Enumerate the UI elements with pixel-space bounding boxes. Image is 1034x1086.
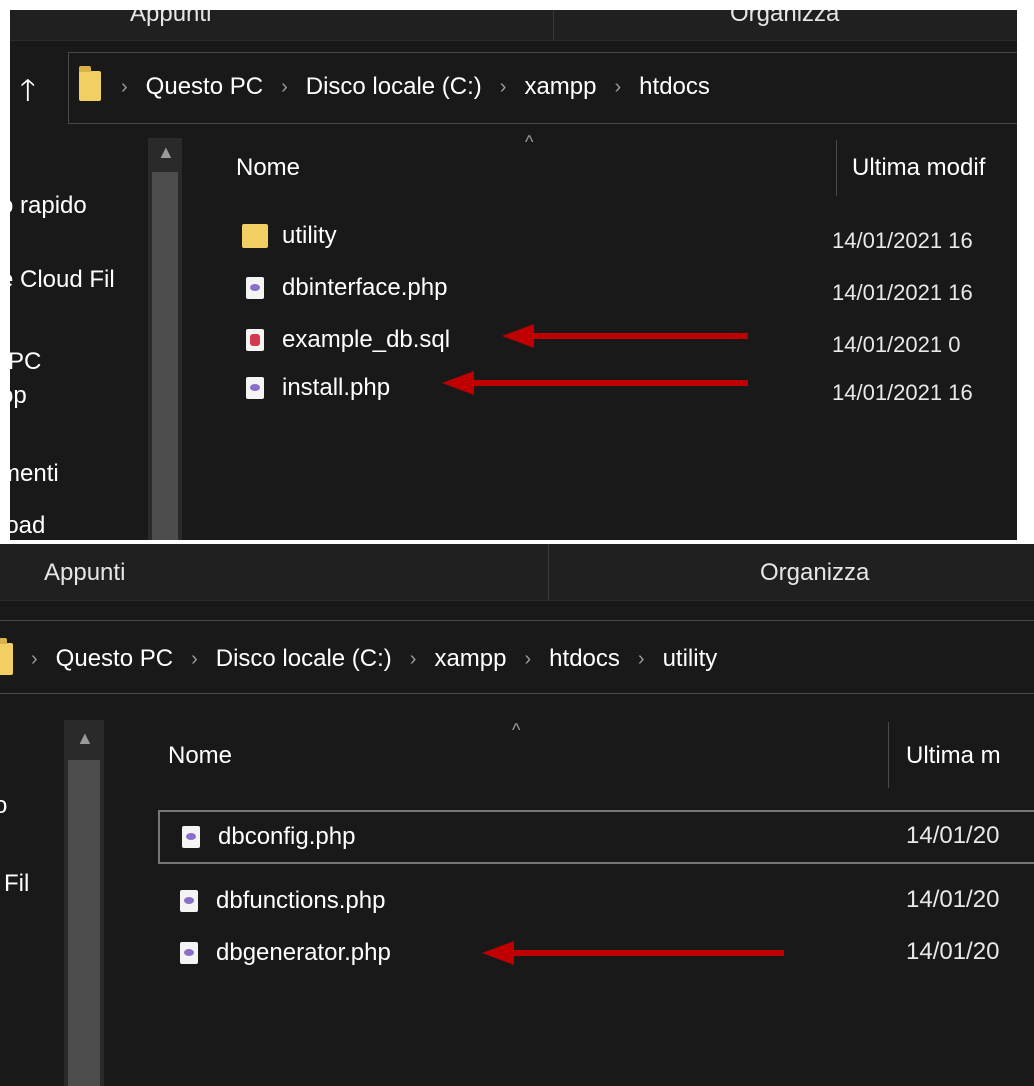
scroll-up-icon[interactable]: ▲ [157, 142, 175, 163]
nav-item-cloud-files[interactable]: e Cloud Fil [10, 266, 115, 294]
annotation-arrow [482, 941, 784, 965]
breadcrumb-item-utility[interactable]: utility [663, 645, 718, 673]
explorer-window-utility: Appunti Organizza › Questo PC › Disco lo… [0, 544, 1034, 1086]
chevron-right-icon: › [499, 75, 507, 98]
file-name: install.php [282, 374, 391, 401]
ribbon-label-clipboard: Appunti [44, 559, 126, 586]
file-name: dbfunctions.php [216, 887, 386, 914]
breadcrumb: › Questo PC › Disco locale (C:) › xampp … [121, 73, 710, 101]
ribbon-label-organize: Organizza [730, 10, 840, 27]
address-bar[interactable]: › Questo PC › Disco locale (C:) › xampp … [68, 52, 1017, 124]
scrollbar-thumb[interactable] [68, 760, 100, 1086]
nav-item-documents[interactable]: menti [10, 460, 59, 488]
breadcrumb-item-xampp[interactable]: xampp [434, 645, 506, 673]
folder-icon [79, 66, 101, 101]
list-item[interactable]: example_db.sql [246, 326, 450, 354]
php-file-icon [246, 377, 264, 399]
list-item[interactable]: dbinterface.php [246, 274, 447, 302]
php-file-icon [246, 277, 264, 299]
column-separator[interactable] [836, 140, 837, 196]
sort-ascending-icon: ^ [512, 720, 521, 740]
chevron-right-icon: › [31, 647, 38, 670]
file-date: 14/01/20 [906, 822, 1000, 849]
breadcrumb: › Questo PC › Disco locale (C:) › xampp … [31, 645, 717, 673]
ribbon-separator [548, 544, 549, 600]
column-separator[interactable] [888, 722, 889, 788]
chevron-right-icon: › [637, 647, 645, 670]
sql-file-icon [246, 329, 264, 351]
list-item[interactable]: dbconfig.php [158, 810, 1034, 864]
list-item[interactable]: dbfunctions.php [180, 874, 385, 928]
breadcrumb-item-htdocs[interactable]: htdocs [639, 73, 710, 101]
nav-item-this-pc[interactable]: PC [10, 348, 41, 376]
annotation-arrow [502, 324, 748, 348]
nav-item-quick-access[interactable]: o [0, 792, 7, 820]
breadcrumb-item-htdocs[interactable]: htdocs [549, 645, 620, 673]
nav-scrollbar[interactable]: ▲ [64, 720, 104, 1086]
breadcrumb-item-local-disk[interactable]: Disco locale (C:) [306, 73, 482, 101]
file-name: dbinterface.php [282, 274, 448, 301]
file-date: 14/01/20 [906, 938, 1000, 965]
chevron-right-icon: › [409, 647, 417, 670]
file-date: 14/01/2021 16 [832, 228, 973, 253]
breadcrumb-item-xampp[interactable]: xampp [524, 73, 596, 101]
breadcrumb-item-local-disk[interactable]: Disco locale (C:) [216, 645, 392, 673]
column-header-name[interactable]: Nome [168, 742, 232, 770]
ribbon-separator [553, 10, 554, 40]
annotation-arrow [442, 371, 748, 395]
file-date: 14/01/2021 16 [832, 380, 973, 405]
nav-item-downloads[interactable]: load [10, 512, 45, 540]
chevron-right-icon: › [524, 647, 532, 670]
breadcrumb-item-this-pc[interactable]: Questo PC [146, 73, 263, 101]
chevron-right-icon: › [191, 647, 198, 670]
php-file-icon [182, 826, 200, 848]
list-item[interactable]: utility [242, 222, 337, 250]
file-name: dbgenerator.php [216, 939, 391, 966]
ribbon-label-clipboard: Appunti [130, 10, 212, 27]
folder-icon [242, 224, 268, 248]
up-arrow-icon[interactable]: 🡑 [20, 68, 36, 119]
column-header-modified[interactable]: Ultima modif [852, 154, 985, 182]
file-date: 14/01/2021 16 [832, 280, 973, 305]
chevron-right-icon: › [121, 75, 128, 98]
breadcrumb-item-this-pc[interactable]: Questo PC [56, 645, 173, 673]
scrollbar-thumb[interactable] [152, 172, 178, 540]
file-name: utility [282, 222, 337, 249]
nav-item-quick-access[interactable]: o rapido [10, 192, 87, 220]
chevron-right-icon: › [614, 75, 622, 98]
list-item[interactable]: install.php [246, 374, 390, 402]
explorer-window-htdocs: Appunti Organizza 🡑 › Questo PC › Disco … [10, 10, 1017, 540]
ribbon-label-organize: Organizza [760, 559, 870, 586]
sort-ascending-icon: ^ [525, 132, 534, 152]
ribbon-group-labels: Appunti Organizza [10, 10, 1017, 41]
chevron-right-icon: › [281, 75, 288, 98]
scroll-up-icon[interactable]: ▲ [76, 728, 94, 749]
ribbon-group-labels: Appunti Organizza [0, 544, 1034, 601]
file-name: example_db.sql [282, 326, 451, 353]
nav-scrollbar[interactable]: ▲ [148, 138, 182, 540]
list-item[interactable]: dbgenerator.php [180, 926, 391, 980]
folder-icon [0, 638, 13, 675]
column-header-modified[interactable]: Ultima m [906, 742, 1001, 770]
nav-item-desktop[interactable]: op [10, 382, 27, 410]
php-file-icon [180, 942, 198, 964]
file-date: 14/01/2021 0 [832, 332, 961, 357]
file-name: dbconfig.php [218, 823, 356, 850]
column-header-name[interactable]: Nome [236, 154, 300, 182]
nav-item-cloud-files[interactable]: l Fil [0, 870, 29, 898]
php-file-icon [180, 890, 198, 912]
file-date: 14/01/20 [906, 886, 1000, 913]
address-bar[interactable]: › Questo PC › Disco locale (C:) › xampp … [0, 620, 1034, 694]
